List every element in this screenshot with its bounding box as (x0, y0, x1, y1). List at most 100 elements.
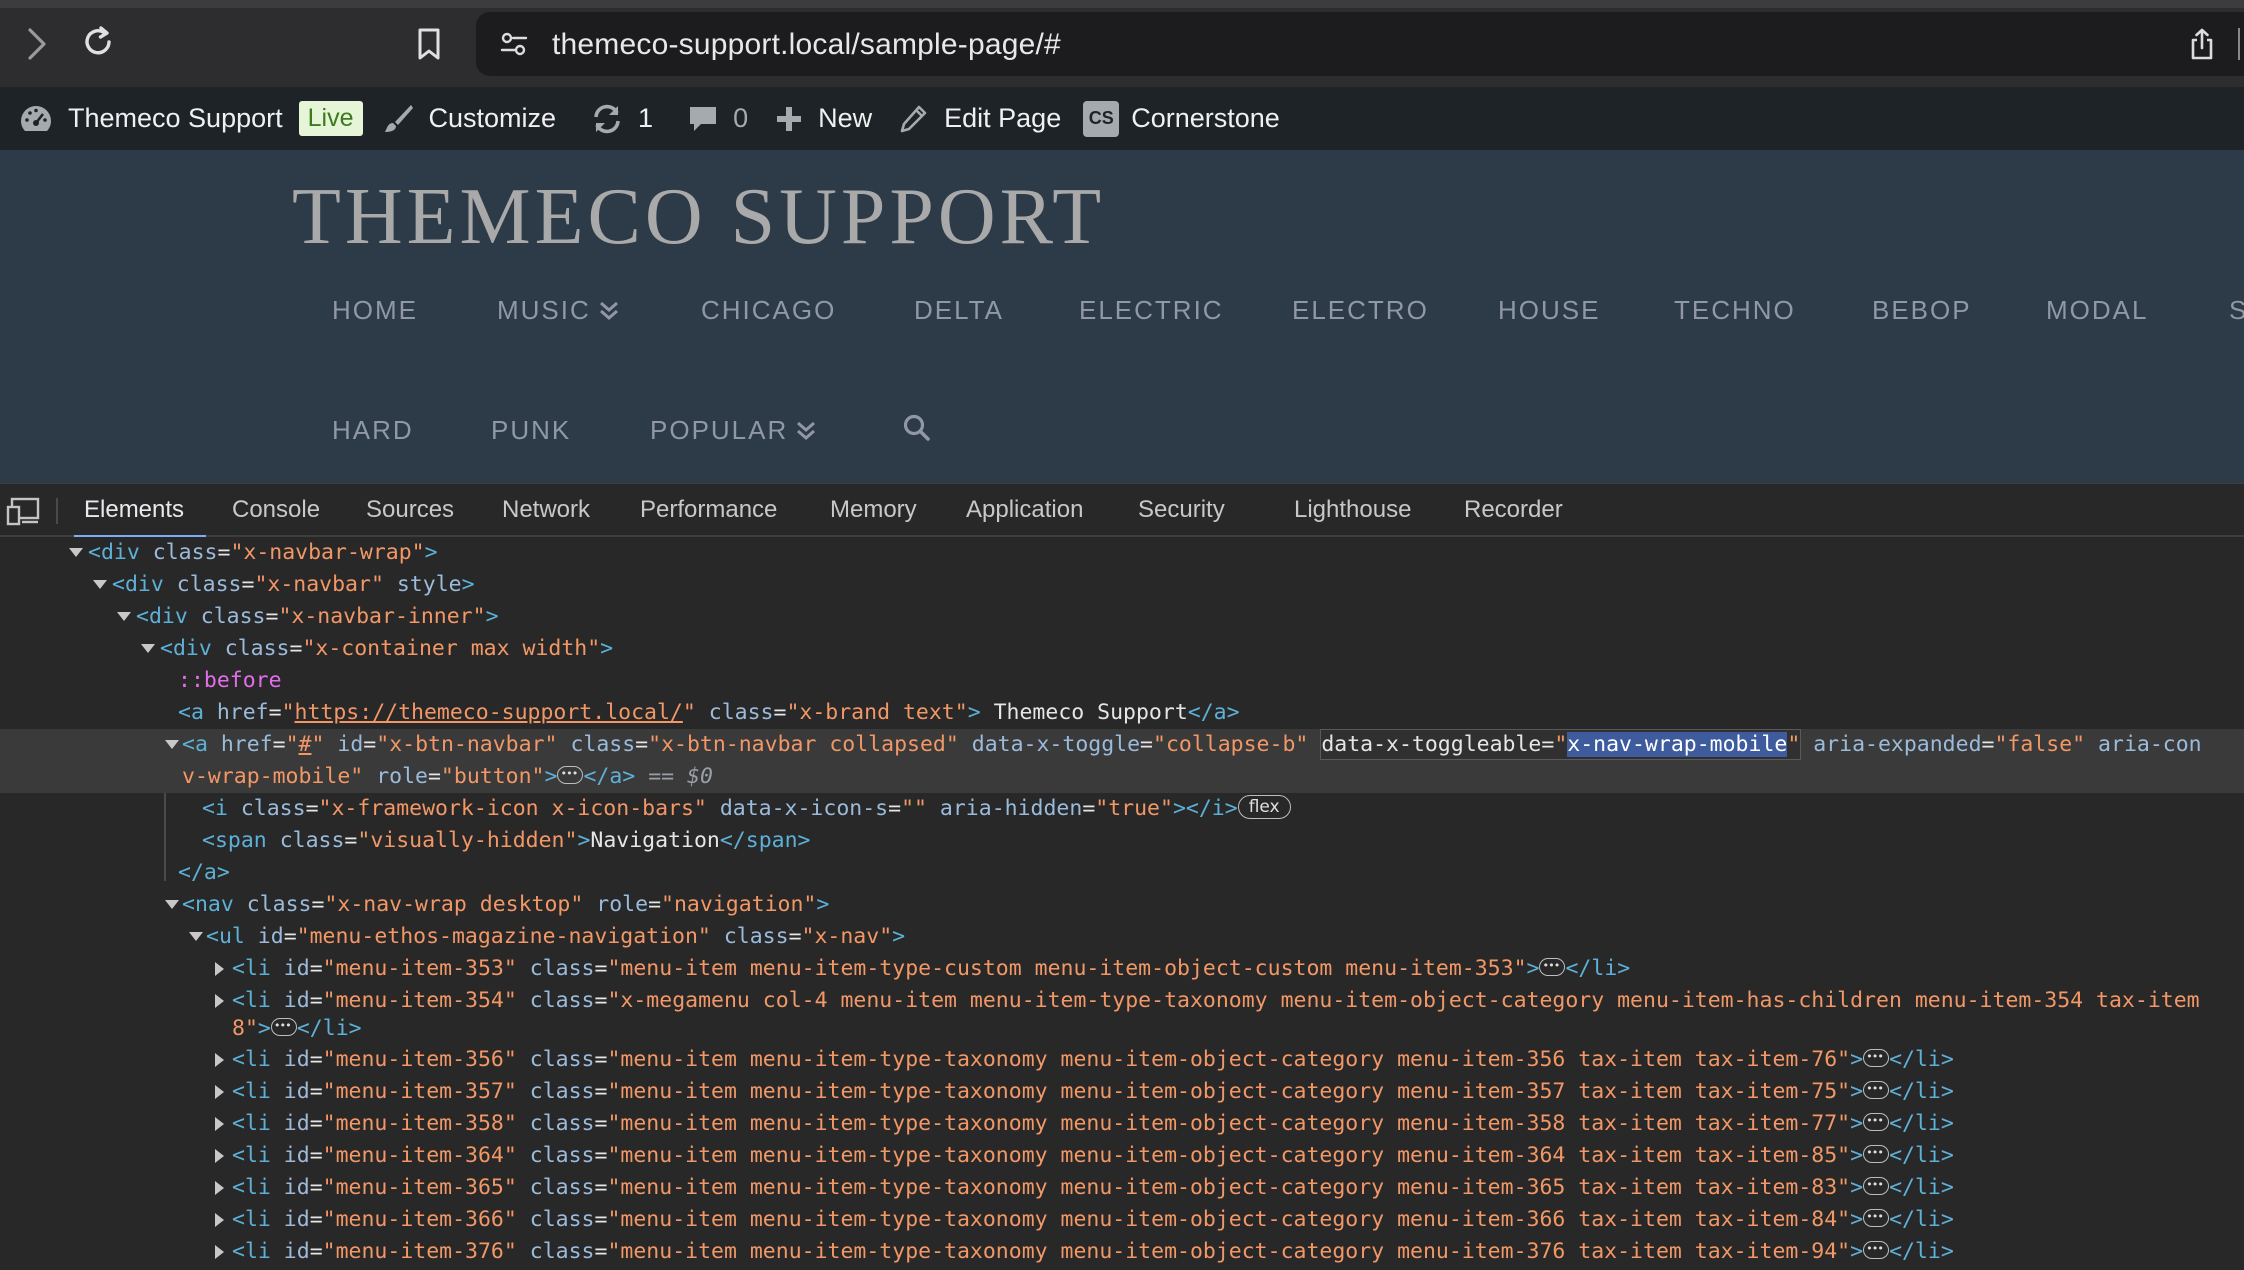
reload-icon[interactable] (78, 22, 118, 62)
admin-bar-edit-page[interactable]: Edit Page (898, 87, 1061, 150)
nav-techno[interactable]: TECHNO (1674, 295, 1796, 326)
plus-icon (774, 104, 804, 134)
expand-triangle-icon[interactable] (68, 537, 84, 569)
collapsed-triangle-icon[interactable] (212, 1044, 228, 1076)
dom-node[interactable]: ::before (0, 665, 2244, 697)
site-settings-icon[interactable] (494, 24, 534, 64)
dom-node-selected-continued[interactable]: v-wrap-mobile" role="button"></a> == $0 (0, 758, 2244, 793)
dom-node[interactable]: <nav class="x-nav-wrap desktop" role="na… (0, 889, 2244, 921)
collapsed-triangle-icon[interactable] (212, 953, 228, 985)
dom-node[interactable]: <div class="x-navbar-inner"> (0, 601, 2244, 633)
expand-triangle-icon[interactable] (188, 921, 204, 953)
collapsed-ellipsis-icon[interactable] (1863, 1041, 1890, 1073)
customize-label[interactable]: Customize (429, 103, 557, 134)
nav-chicago[interactable]: CHICAGO (701, 295, 836, 326)
dom-node-li[interactable]: <li id="menu-item-357" class="menu-item … (0, 1073, 2244, 1108)
nav-home[interactable]: HOME (332, 295, 418, 326)
dom-node[interactable]: <ul id="menu-ethos-magazine-navigation" … (0, 921, 2244, 953)
updates-count[interactable]: 1 (638, 103, 653, 134)
bookmark-icon[interactable] (412, 24, 446, 64)
expand-triangle-icon[interactable] (92, 569, 108, 601)
expand-triangle-icon[interactable] (116, 601, 132, 633)
tab-console[interactable]: Console (232, 484, 320, 536)
tab-recorder[interactable]: Recorder (1464, 484, 1563, 536)
dom-node[interactable]: <div class="x-container max width"> (0, 633, 2244, 665)
site-name-label[interactable]: Themeco Support (68, 103, 283, 134)
admin-bar-cornerstone[interactable]: CS Cornerstone (1083, 87, 1280, 150)
nav-house[interactable]: HOUSE (1498, 295, 1600, 326)
device-toolbar-toggle-icon[interactable] (6, 496, 40, 526)
tab-performance[interactable]: Performance (640, 484, 777, 536)
tab-security[interactable]: Security (1138, 484, 1225, 536)
dom-node[interactable]: <i class="x-framework-icon x-icon-bars" … (0, 793, 2244, 825)
admin-bar-site[interactable]: Themeco Support Live (18, 87, 363, 150)
admin-bar-updates[interactable]: 1 (590, 87, 653, 150)
dom-node-close[interactable]: </a> (0, 857, 2244, 889)
url-text[interactable]: themeco-support.local/sample-page/# (552, 28, 1061, 62)
expand-triangle-icon[interactable] (164, 889, 180, 921)
nav-popular[interactable]: POPULAR (650, 415, 816, 446)
collapsed-triangle-icon[interactable] (212, 1108, 228, 1140)
nav-bebop[interactable]: BEBOP (1872, 295, 1972, 326)
forward-icon[interactable] (22, 24, 52, 64)
cornerstone-label[interactable]: Cornerstone (1131, 103, 1280, 134)
collapsed-ellipsis-icon[interactable] (1863, 1201, 1890, 1233)
edit-page-label[interactable]: Edit Page (944, 103, 1061, 134)
browser-toolbar: themeco-support.local/sample-page/# (0, 0, 2244, 87)
collapsed-ellipsis-icon[interactable] (1863, 1233, 1890, 1265)
dom-node[interactable]: <span class="visually-hidden">Navigation… (0, 825, 2244, 857)
comments-count[interactable]: 0 (733, 103, 748, 134)
elements-dom-tree[interactable]: <div class="x-navbar-wrap"> <div class="… (0, 537, 2244, 1270)
dom-node-li[interactable]: <li id="menu-item-376" class="menu-item … (0, 1233, 2244, 1268)
tab-sources[interactable]: Sources (366, 484, 454, 536)
admin-bar-comments[interactable]: 0 (687, 87, 748, 150)
dom-node-li[interactable]: <li id="menu-item-366" class="menu-item … (0, 1201, 2244, 1236)
nav-truncated[interactable]: S (2229, 295, 2244, 326)
expand-triangle-icon[interactable] (164, 729, 180, 761)
tab-lighthouse[interactable]: Lighthouse (1294, 484, 1411, 536)
collapsed-ellipsis-icon[interactable] (1863, 1073, 1890, 1105)
site-title[interactable]: THEMECO SUPPORT (292, 172, 1105, 263)
collapsed-triangle-icon[interactable] (212, 1204, 228, 1236)
dom-node-li[interactable]: <li id="menu-item-353" class="menu-item … (0, 950, 2244, 985)
nav-delta[interactable]: DELTA (914, 295, 1004, 326)
collapsed-ellipsis-icon[interactable] (270, 1010, 297, 1042)
nav-electro[interactable]: ELECTRO (1292, 295, 1429, 326)
collapsed-ellipsis-icon[interactable] (1863, 1169, 1890, 1201)
address-bar[interactable]: themeco-support.local/sample-page/# (476, 12, 2244, 76)
nav-music[interactable]: MUSIC (497, 295, 619, 326)
tab-application[interactable]: Application (966, 484, 1083, 536)
collapsed-ellipsis-icon[interactable] (1863, 1137, 1890, 1169)
share-icon[interactable] (2184, 24, 2220, 64)
nav-electric[interactable]: ELECTRIC (1079, 295, 1224, 326)
tab-memory[interactable]: Memory (830, 484, 917, 536)
collapsed-triangle-icon[interactable] (212, 1076, 228, 1108)
new-label[interactable]: New (818, 103, 872, 134)
attribute-edit-box[interactable]: data-x-toggleable="x-nav-wrap-mobile" (1320, 729, 1802, 760)
tab-elements[interactable]: Elements (73, 484, 207, 538)
dom-node[interactable]: <div class="x-navbar-wrap"> (0, 537, 2244, 569)
nav-modal[interactable]: MODAL (2046, 295, 2148, 326)
expand-triangle-icon[interactable] (140, 633, 156, 665)
dom-node-li[interactable]: <li id="menu-item-356" class="menu-item … (0, 1041, 2244, 1076)
dom-node-selected[interactable]: <a href="#" id="x-btn-navbar" class="x-b… (0, 729, 2244, 761)
dom-node-li[interactable]: <li id="menu-item-364" class="menu-item … (0, 1137, 2244, 1172)
nav-search-icon[interactable] (902, 412, 932, 444)
flex-badge[interactable]: flex (1237, 795, 1291, 819)
admin-bar-customize[interactable]: Customize (381, 87, 557, 150)
dom-node[interactable]: <a href="https://themeco-support.local/"… (0, 697, 2244, 729)
collapsed-ellipsis-icon[interactable] (1863, 1105, 1890, 1137)
dom-node-li-continued[interactable]: 8"></li> (0, 1010, 2244, 1045)
collapsed-ellipsis-icon[interactable] (1539, 950, 1566, 982)
admin-bar-new[interactable]: New (774, 87, 872, 150)
collapsed-triangle-icon[interactable] (212, 1172, 228, 1204)
dom-node-li[interactable]: <li id="menu-item-365" class="menu-item … (0, 1169, 2244, 1204)
nav-hard[interactable]: HARD (332, 415, 414, 446)
collapsed-ellipsis-icon[interactable] (557, 758, 584, 790)
dom-node-li[interactable]: <li id="menu-item-358" class="menu-item … (0, 1105, 2244, 1140)
dom-node[interactable]: <div class="x-navbar" style> (0, 569, 2244, 601)
nav-punk[interactable]: PUNK (491, 415, 571, 446)
collapsed-triangle-icon[interactable] (212, 1140, 228, 1172)
collapsed-triangle-icon[interactable] (212, 1236, 228, 1268)
tab-network[interactable]: Network (502, 484, 590, 536)
